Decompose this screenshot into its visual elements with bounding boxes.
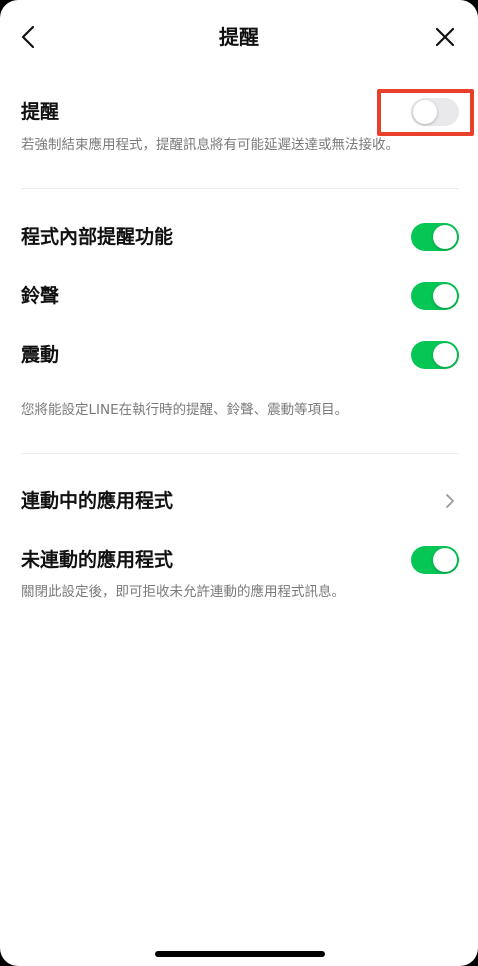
toggle-knob <box>433 343 457 367</box>
close-button[interactable] <box>428 20 462 54</box>
sound-toggle[interactable] <box>411 282 459 310</box>
vibration-label: 震動 <box>21 344 60 366</box>
sound-row: 鈴聲 <box>0 270 478 322</box>
notifications-toggle[interactable] <box>411 98 459 126</box>
in-app-notifications-label: 程式內部提醒功能 <box>21 226 174 248</box>
notifications-description: 若強制結束應用程式，提醒訊息將有可能延遲送達或無法接收。 <box>21 137 399 153</box>
toggle-knob <box>413 100 437 124</box>
in-app-description: 您將能設定LINE在執行時的提醒、鈴聲、震動等項目。 <box>21 402 349 418</box>
navigation-bar: 提醒 <box>0 0 478 74</box>
toggle-knob <box>433 225 457 249</box>
settings-screen: 提醒 提醒 若強制結束應用程式，提醒訊息將有可能延遲送達或無法接收。 程式內部提… <box>0 0 478 966</box>
vibration-toggle[interactable] <box>411 341 459 369</box>
home-indicator[interactable] <box>155 951 325 957</box>
section-divider <box>21 453 459 454</box>
unlinked-apps-row: 未連動的應用程式 <box>0 534 478 586</box>
in-app-notifications-toggle[interactable] <box>411 223 459 251</box>
unlinked-apps-label: 未連動的應用程式 <box>21 549 174 571</box>
in-app-notifications-row: 程式內部提醒功能 <box>0 211 478 263</box>
notifications-label: 提醒 <box>21 101 60 123</box>
unlinked-apps-toggle[interactable] <box>411 546 459 574</box>
unlinked-apps-description: 關閉此設定後，即可拒收未允許連動的應用程式訊息。 <box>21 584 345 600</box>
linked-apps-row[interactable]: 連動中的應用程式 <box>0 475 478 527</box>
toggle-knob <box>433 548 457 572</box>
sound-label: 鈴聲 <box>21 285 60 307</box>
chevron-right-icon <box>446 494 454 508</box>
vibration-row: 震動 <box>0 329 478 381</box>
notifications-row: 提醒 <box>0 86 478 138</box>
linked-apps-label: 連動中的應用程式 <box>21 490 174 512</box>
page-title: 提醒 <box>219 25 259 49</box>
section-divider <box>21 188 459 189</box>
close-icon <box>435 27 455 47</box>
toggle-knob <box>433 284 457 308</box>
